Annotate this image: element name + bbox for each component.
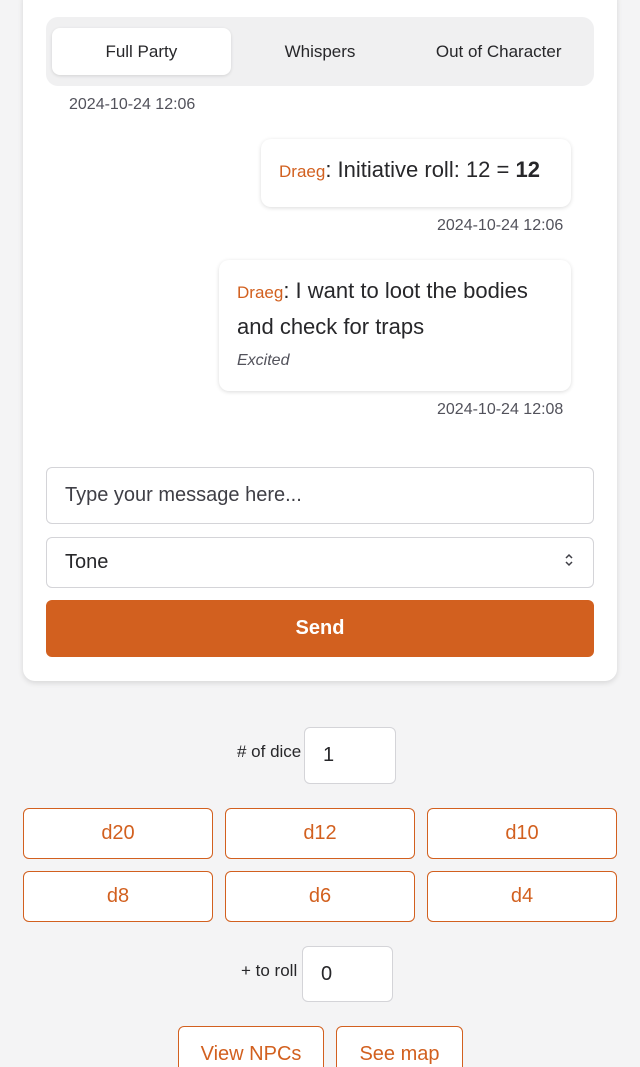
channel-tabs: Full Party Whispers Out of Character [46,17,594,86]
message-sender: Draeg [279,162,326,181]
see-map-button[interactable]: See map [336,1026,463,1067]
d8-button[interactable]: d8 [23,871,213,922]
message-tone: Excited [237,352,290,369]
tone-select-value: Tone [65,551,109,573]
chat-message: Draeg: I want to loot the bodies and che… [219,260,571,391]
message-timestamp: 2024-10-24 12:06 [69,96,196,113]
send-button[interactable]: Send [46,600,594,657]
message-timestamp: 2024-10-24 12:08 [437,401,564,418]
modifier-input[interactable]: 0 [302,946,393,1002]
modifier-value: 0 [321,962,333,985]
tab-out-of-character[interactable]: Out of Character [409,28,588,75]
dice-count-input[interactable]: 1 [304,727,396,784]
tab-full-party[interactable]: Full Party [52,28,231,75]
dice-count-value: 1 [323,744,335,766]
modifier-label: + to roll [241,961,298,980]
d20-button[interactable]: d20 [23,808,213,859]
message-placeholder: Type your message here... [65,484,302,506]
dice-count-label: # of dice [237,742,302,761]
d6-button[interactable]: d6 [225,871,415,922]
d12-button[interactable]: d12 [225,808,415,859]
message-sender: Draeg [237,283,284,302]
tab-whispers[interactable]: Whispers [231,28,410,75]
message-input[interactable]: Type your message here... [46,467,594,524]
view-npcs-button[interactable]: View NPCs [178,1026,324,1067]
message-timestamp: 2024-10-24 12:06 [437,217,564,234]
d10-button[interactable]: d10 [427,808,617,859]
roll-result: 12 [515,157,540,182]
select-chevron-icon [563,551,575,574]
tone-select[interactable]: Tone [46,537,594,588]
d4-button[interactable]: d4 [427,871,617,922]
message-text-cont: and check for traps [237,314,425,339]
chat-message: Draeg: Initiative roll: 12 = 12 [261,139,571,207]
message-text: I want to loot the bodies [295,278,528,303]
message-text: Initiative roll: 12 = [337,157,516,182]
